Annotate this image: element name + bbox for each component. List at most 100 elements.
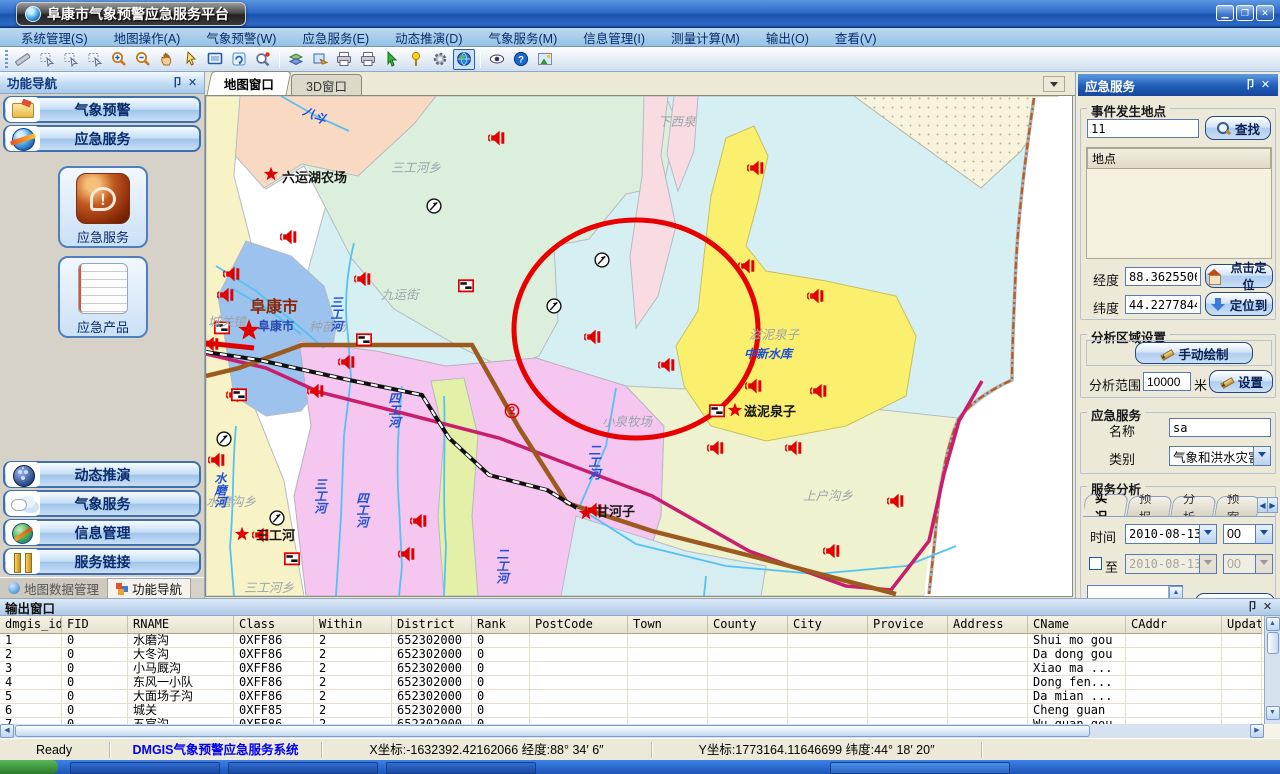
- column-header-Within[interactable]: Within: [314, 616, 392, 634]
- measure-icon[interactable]: [12, 49, 34, 70]
- table-row[interactable]: 40东风一小队0XFF8626523020000Dong fen...: [0, 676, 1264, 690]
- close-icon[interactable]: ✕: [1258, 78, 1273, 92]
- column-header-District[interactable]: District: [392, 616, 472, 634]
- pan-icon[interactable]: [156, 49, 178, 70]
- column-header-CName[interactable]: CName: [1028, 616, 1126, 634]
- taskbar-item[interactable]: [228, 762, 378, 774]
- date-combobox[interactable]: 2010-08-13: [1125, 524, 1217, 544]
- start-button[interactable]: [0, 760, 58, 774]
- table-row[interactable]: 10水磨沟0XFF8626523020000Shui mo gou: [0, 634, 1264, 648]
- toolbar-grip[interactable]: [5, 50, 8, 68]
- column-header-RNAME[interactable]: RNAME: [128, 616, 234, 634]
- pin-icon[interactable]: 卩: [1243, 78, 1258, 92]
- print-icon[interactable]: [333, 49, 355, 70]
- nav-group-动态推演[interactable]: 动态推演: [3, 461, 201, 488]
- scroll-up-icon[interactable]: ▲: [1266, 617, 1280, 631]
- find-button[interactable]: 查找: [1205, 116, 1271, 140]
- vertical-scrollbar[interactable]: ▲ ▼: [1264, 616, 1280, 724]
- nav-group-服务链接[interactable]: 服务链接: [3, 548, 201, 575]
- menu-item[interactable]: 地图操作(A): [101, 28, 194, 47]
- column-header-PostCode[interactable]: PostCode: [530, 616, 628, 634]
- pointer-green-icon[interactable]: [381, 49, 403, 70]
- refresh-icon[interactable]: [228, 49, 250, 70]
- column-header-FID[interactable]: FID: [62, 616, 128, 634]
- menu-item[interactable]: 气象服务(M): [476, 28, 571, 47]
- analysis-range-input[interactable]: [1143, 372, 1191, 391]
- zoom-out-icon[interactable]: [132, 49, 154, 70]
- map-factory-icon[interactable]: [232, 389, 246, 400]
- zoom-in-icon[interactable]: [108, 49, 130, 70]
- analysis-tab-分析[interactable]: 分析: [1170, 496, 1217, 516]
- manual-draw-button[interactable]: 手动绘制: [1135, 342, 1253, 364]
- emergency-service-button[interactable]: ! 应急服务: [58, 166, 148, 248]
- menu-item[interactable]: 输出(O): [753, 28, 822, 47]
- menu-item[interactable]: 测量计算(M): [658, 28, 753, 47]
- select-point-icon[interactable]: [84, 49, 106, 70]
- menu-item[interactable]: 信息管理(I): [570, 28, 658, 47]
- settings-icon[interactable]: [429, 49, 451, 70]
- maximize-button[interactable]: ❐: [1236, 5, 1254, 21]
- dropdown-button[interactable]: [1253, 447, 1270, 465]
- scroll-down-icon[interactable]: ▼: [1266, 706, 1280, 720]
- analysis-tab-预报[interactable]: 预报: [1126, 496, 1173, 516]
- column-header-County[interactable]: County: [708, 616, 788, 634]
- table-row[interactable]: 20大冬沟0XFF8626523020000Da dong gou: [0, 648, 1264, 662]
- service-type-combobox[interactable]: 气象和洪水灾害: [1169, 446, 1271, 466]
- table-row[interactable]: 30小马厩沟0XFF8626523020000Xiao ma ...: [0, 662, 1264, 676]
- pin-icon[interactable]: 卩: [170, 76, 185, 90]
- pointer-icon[interactable]: [180, 49, 202, 70]
- close-icon[interactable]: ✕: [185, 76, 200, 90]
- scrollbar-thumb[interactable]: [15, 725, 1090, 737]
- element-listbox[interactable]: 降水空气温度 ▲: [1087, 585, 1183, 598]
- map-factory-icon[interactable]: [459, 280, 473, 291]
- map-station-icon[interactable]: [595, 253, 609, 267]
- map-station-icon[interactable]: [427, 199, 441, 213]
- help-icon[interactable]: [510, 49, 532, 70]
- map-station-icon[interactable]: [270, 511, 284, 525]
- nav-group-气象预警[interactable]: 气象预警: [3, 96, 201, 123]
- scene-icon[interactable]: [534, 49, 556, 70]
- location-list[interactable]: 地点: [1086, 147, 1272, 259]
- column-header-Update[interactable]: Update: [1222, 616, 1262, 634]
- pin-icon[interactable]: 卩: [1245, 600, 1260, 614]
- tab-overflow-dropdown[interactable]: [1043, 76, 1065, 92]
- location-keyword-input[interactable]: [1087, 119, 1199, 138]
- map-station-icon[interactable]: [217, 432, 231, 446]
- column-header-City[interactable]: City: [788, 616, 868, 634]
- map-factory-icon[interactable]: [285, 553, 299, 564]
- analysis-tab-预案[interactable]: 预案: [1214, 496, 1260, 516]
- horizontal-scrollbar[interactable]: ◀ ▶: [0, 724, 1264, 738]
- hour-combobox[interactable]: 00: [1223, 524, 1273, 544]
- menu-item[interactable]: 动态推演(D): [382, 28, 475, 47]
- full-extent-icon[interactable]: [204, 49, 226, 70]
- click-locate-button[interactable]: 点击定位: [1205, 264, 1273, 288]
- column-header-dmgis_id[interactable]: dmgis_id: [0, 616, 62, 634]
- map-factory-icon[interactable]: [357, 334, 371, 345]
- locate-pin-icon[interactable]: [405, 49, 427, 70]
- tab-scroll-right[interactable]: ▶: [1267, 497, 1278, 513]
- nav-group-信息管理[interactable]: 信息管理: [3, 519, 201, 546]
- print-preview-icon[interactable]: [357, 49, 379, 70]
- menu-item[interactable]: 查看(V): [822, 28, 890, 47]
- menu-item[interactable]: 气象预警(W): [193, 28, 289, 47]
- column-header-CAddr[interactable]: CAddr: [1126, 616, 1222, 634]
- taskbar-item[interactable]: [386, 762, 536, 774]
- export-map-icon[interactable]: [309, 49, 331, 70]
- nav-group-气象服务[interactable]: 气象服务: [3, 490, 201, 517]
- column-header-Provice[interactable]: Provice: [868, 616, 948, 634]
- map-canvas[interactable]: 六运湖农场三工河乡下西泉九运街阜康市阜康市城关镇种苗场滋泥泉子中新水库滋泥泉子小…: [205, 96, 1073, 597]
- close-button[interactable]: ✕: [1256, 5, 1274, 21]
- set-button[interactable]: 设置: [1209, 370, 1273, 393]
- column-header-Class[interactable]: Class: [234, 616, 314, 634]
- layers-icon[interactable]: [285, 49, 307, 70]
- to-checkbox[interactable]: [1089, 557, 1102, 570]
- analysis-tab-实况[interactable]: 实况: [1084, 494, 1129, 516]
- map-tab-3D窗口[interactable]: 3D窗口: [291, 74, 362, 95]
- taskbar-item[interactable]: [70, 762, 220, 774]
- table-row[interactable]: 50大面场子沟0XFF8626523020000Da mian ...: [0, 690, 1264, 704]
- nav-group-应急服务[interactable]: 应急服务: [3, 125, 201, 152]
- locate-to-button[interactable]: 定位到: [1205, 292, 1273, 316]
- column-header-Town[interactable]: Town: [628, 616, 708, 634]
- column-header-Rank[interactable]: Rank: [472, 616, 530, 634]
- latitude-input[interactable]: [1125, 295, 1201, 314]
